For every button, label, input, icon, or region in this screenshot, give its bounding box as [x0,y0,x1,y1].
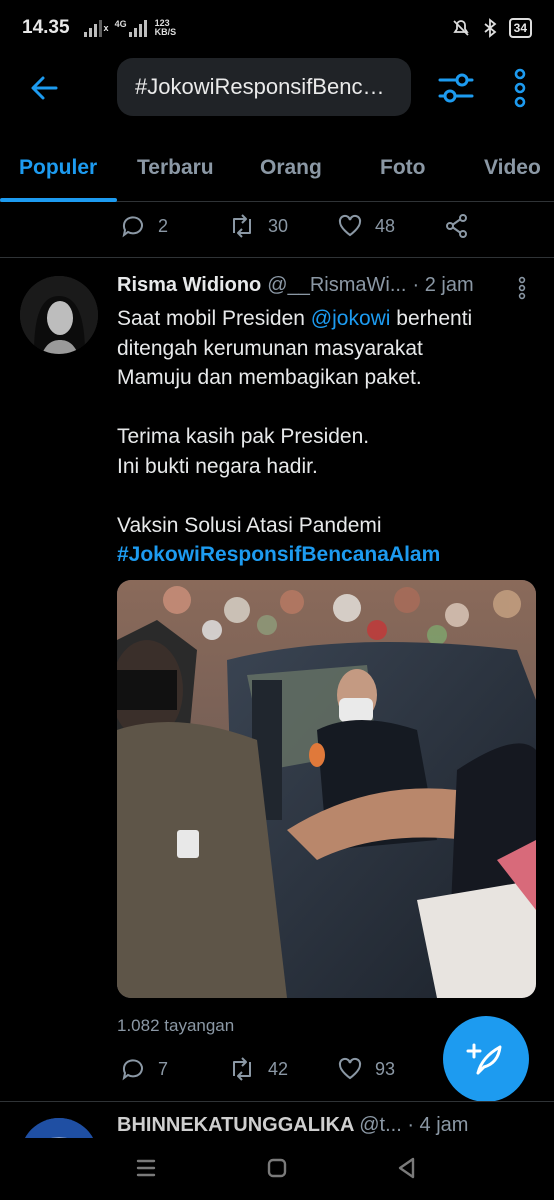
tab-terbaru[interactable]: Terbaru [137,140,214,202]
tab-video[interactable]: Video [484,140,541,202]
like-button[interactable]: 48 [337,213,395,239]
net-speed: 123 KB/S [154,18,177,37]
heart-icon [338,1057,362,1080]
share-icon[interactable] [444,213,470,239]
author-name[interactable]: Risma Widiono [117,274,261,297]
retweet-button[interactable]: 30 [228,213,288,239]
view-count: 1.082 tayangan [117,1016,235,1035]
search-tabs: Populer Terbaru Orang Foto Video [0,140,554,202]
reply-count: 2 [158,215,169,236]
retweet-count: 30 [268,215,289,236]
tweet-time: · 2 jam [412,274,474,296]
arrow-left-icon[interactable] [26,70,62,106]
next-tweet-time: · 4 jam [407,1114,469,1136]
system-nav-bar [0,1138,554,1200]
signal-icon [83,19,102,37]
battery-indicator: 34 [508,18,532,38]
mute-icon [452,20,469,36]
compose-tweet-button[interactable] [443,1016,529,1102]
like-button[interactable]: 93 [337,1056,395,1082]
tweet-text: Saat mobil Presiden @jokowi berhenti dit… [117,304,537,570]
retweet-count: 42 [268,1058,289,1079]
recent-apps-icon[interactable] [126,1148,166,1188]
tweet-divider [0,1101,554,1102]
next-author-handle[interactable]: @t... [359,1114,402,1136]
vertical-dots-icon[interactable] [508,68,532,108]
retweet-button[interactable]: 42 [228,1056,288,1082]
tab-foto[interactable]: Foto [380,140,425,202]
net-4g-label: 4G [114,19,127,29]
signal-4g-icon: 4G [115,19,147,37]
heart-icon [338,214,362,237]
tweet-options-icon[interactable] [512,276,532,300]
tab-populer[interactable]: Populer [19,140,97,202]
status-bar: 14.35 x 4G 123 KB/S 34 [0,0,554,56]
bluetooth-icon [484,18,497,38]
like-count: 93 [375,1058,396,1079]
author-handle[interactable]: @__RismaWi... [267,274,406,297]
like-count: 48 [375,215,396,236]
tab-orang[interactable]: Orang [260,140,322,202]
reply-icon [122,216,143,238]
active-tab-indicator [0,198,117,202]
back-nav-icon[interactable] [387,1148,427,1188]
avatar[interactable] [20,276,98,354]
retweet-icon [233,214,251,238]
hashtag-link[interactable]: #JokowiResponsifBencanaAlam [117,540,537,570]
search-header: #JokowiResponsifBenc… [0,56,554,120]
status-time: 14.35 [22,17,70,38]
sliders-icon[interactable] [436,68,476,108]
next-author-name[interactable]: BHINNEKATUNGGALIKA [117,1114,354,1136]
tweet-media-video[interactable] [117,580,536,998]
reply-count: 7 [158,1058,169,1079]
reply-icon [122,1059,143,1081]
tweet-divider [0,257,554,258]
reply-button[interactable]: 2 [120,213,168,239]
tweet-header: Risma Widiono @__RismaWi... · 2 jam [117,274,474,297]
home-icon[interactable] [257,1148,297,1188]
mention-link[interactable]: @jokowi [311,307,391,330]
retweet-icon [233,1057,251,1081]
search-input[interactable]: #JokowiResponsifBenc… [117,58,411,116]
reply-button[interactable]: 7 [120,1056,168,1082]
net-x-label: x [103,23,109,33]
feather-plus-icon [466,1043,502,1075]
next-tweet-header: BHINNEKATUNGGALIKA @t... · 4 jam [117,1114,468,1137]
